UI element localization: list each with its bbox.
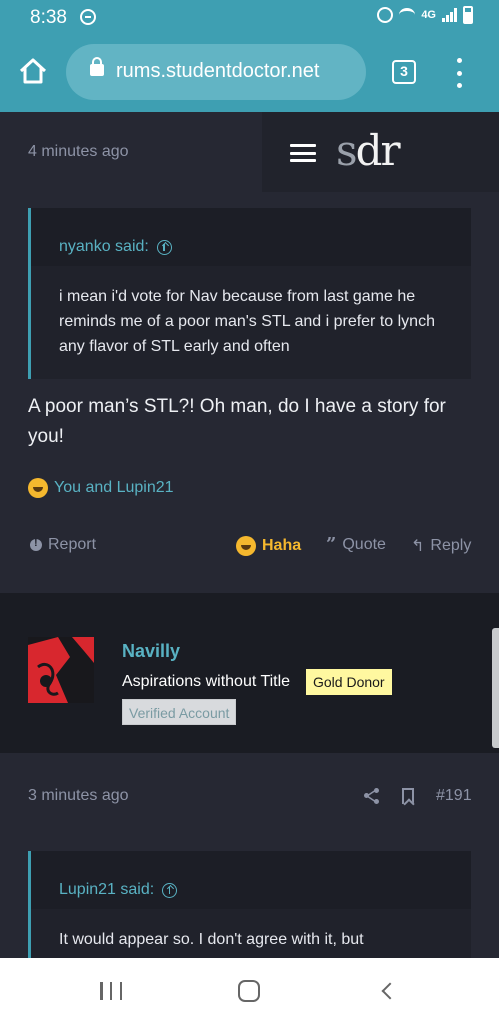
- address-bar[interactable]: rums.studentdoctor.net: [66, 44, 366, 100]
- home-button-icon[interactable]: [238, 980, 260, 1002]
- network-type: 4G: [421, 9, 436, 21]
- username-link[interactable]: Navilly: [122, 641, 180, 662]
- url-text[interactable]: rums.studentdoctor.net: [116, 60, 319, 83]
- reaction-users[interactable]: You and Lupin21: [54, 479, 174, 497]
- scrollbar-thumb[interactable]: [492, 628, 499, 748]
- quote-header[interactable]: nyanko said:: [31, 208, 471, 266]
- quote-author[interactable]: Lupin21 said:: [59, 881, 154, 899]
- post-actions: Report Haha ” Quote ↰ Reply: [28, 536, 471, 560]
- quote-author[interactable]: nyanko said:: [59, 238, 149, 256]
- bookmark-icon[interactable]: [402, 788, 414, 804]
- quote-icon: ”: [326, 534, 337, 555]
- system-nav-bar: [0, 958, 499, 1024]
- quote-block: nyanko said: i mean i'd vote for Nav bec…: [28, 208, 471, 379]
- signal-icon: [442, 8, 457, 22]
- post-time[interactable]: 3 minutes ago: [28, 787, 129, 805]
- quote-button[interactable]: ” Quote: [326, 536, 386, 554]
- recent-apps-icon[interactable]: [100, 982, 122, 1000]
- quote-text: i mean i'd vote for Nav because from las…: [59, 288, 435, 355]
- report-button[interactable]: Report: [30, 536, 96, 554]
- laugh-emoji-icon: [236, 536, 256, 556]
- site-header: sdr: [262, 112, 499, 192]
- report-icon: [30, 537, 42, 551]
- quote-header[interactable]: Lupin21 said:: [31, 851, 471, 909]
- hamburger-menu-icon[interactable]: [290, 144, 316, 162]
- report-label: Report: [48, 536, 97, 553]
- back-icon[interactable]: [381, 982, 399, 1000]
- haha-label: Haha: [262, 537, 302, 554]
- do-not-disturb-icon: [80, 9, 96, 25]
- wifi-icon: [399, 8, 416, 22]
- reply-label: Reply: [430, 537, 472, 554]
- reaction-summary[interactable]: You and Lupin21: [28, 478, 174, 498]
- alarm-icon: [377, 7, 394, 23]
- status-icons: 4G: [377, 6, 473, 24]
- reply-icon: ↰: [411, 538, 425, 555]
- lock-icon: [90, 57, 104, 76]
- quote-block: Lupin21 said: It would appear so. I don'…: [28, 851, 471, 958]
- quote-label: Quote: [342, 536, 386, 553]
- post-body: A poor man’s STL?! Oh man, do I have a s…: [28, 396, 446, 447]
- laugh-emoji-icon: [28, 478, 48, 498]
- avatar[interactable]: [28, 637, 94, 703]
- verified-account-badge: Verified Account: [122, 699, 237, 725]
- user-info-block: Navilly Aspirations without Title Gold D…: [0, 593, 499, 753]
- haha-button[interactable]: Haha: [236, 536, 301, 556]
- more-menu-icon[interactable]: [455, 58, 463, 88]
- share-icon[interactable]: [364, 788, 380, 804]
- browser-toolbar: rums.studentdoctor.net 3: [0, 36, 499, 112]
- arrow-up-circle-icon[interactable]: [162, 882, 178, 898]
- site-logo[interactable]: sdr: [336, 126, 401, 175]
- post-number[interactable]: #191: [436, 787, 472, 805]
- battery-icon: [463, 6, 473, 24]
- post-time[interactable]: 4 minutes ago: [28, 143, 129, 161]
- status-time: 8:38: [30, 7, 67, 28]
- user-title: Aspirations without Title: [122, 673, 291, 690]
- reply-button[interactable]: ↰ Reply: [411, 536, 471, 556]
- arrow-up-circle-icon[interactable]: [156, 239, 172, 255]
- status-bar: 8:38 4G: [0, 0, 499, 36]
- home-icon[interactable]: [18, 56, 48, 86]
- tab-switcher-button[interactable]: 3: [392, 60, 416, 84]
- gold-donor-badge: Gold Donor: [306, 669, 392, 695]
- post-meta-actions: #191: [364, 784, 472, 808]
- quote-text: It would appear so. I don't agree with i…: [59, 931, 364, 948]
